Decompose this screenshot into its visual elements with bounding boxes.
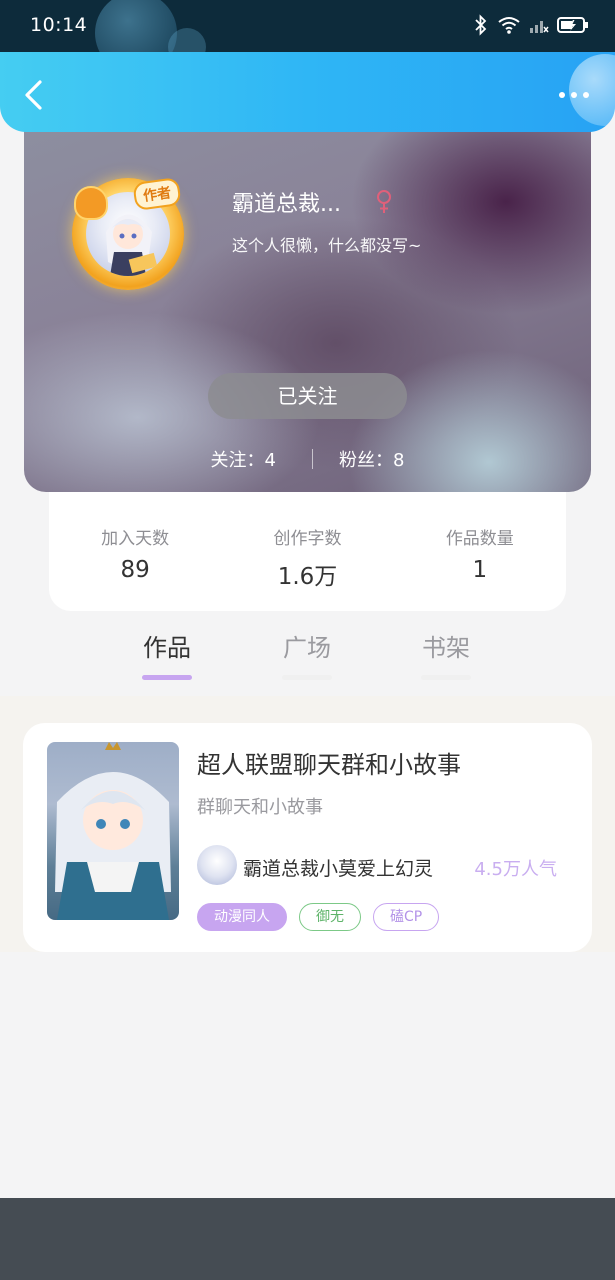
app-bar [0,52,615,132]
name-row: 霸道总裁... [232,186,393,218]
stat-label: 作品数量 [445,529,514,549]
stat-value: 1.6万 [277,564,338,590]
popularity-count: 4.5万人气 [474,859,557,880]
content-tabs: 作品 广场 书架 [0,628,615,688]
profile-header-card: 作者 霸道总裁... 这个人很懒，什么都没写~ 已关注 关注：4 粉丝：8 [24,120,591,492]
tab-square[interactable]: 广场 [247,628,367,680]
more-dot-icon [571,92,577,98]
status-icons [473,14,589,36]
works-list: 超人联盟聊天群和小故事 群聊天和小故事 霸道总裁小莫爱上幻灵 4.5万人气 动漫… [0,696,615,952]
tab-indicator [282,675,332,680]
tab-bookshelf[interactable]: 书架 [386,628,506,680]
more-dot-icon [559,92,565,98]
following-count[interactable]: 关注：4 [211,446,276,472]
stat-word-count: 创作字数 1.6万 [221,490,393,611]
more-dot-icon [583,92,589,98]
female-icon [376,190,391,213]
user-bio: 这个人很懒，什么都没写~ [232,236,422,255]
chevron-left-icon [25,80,42,110]
status-bar: 10:14 [0,0,615,74]
back-button[interactable] [18,78,52,112]
stat-join-days: 加入天数 89 [49,490,221,611]
tab-label: 书架 [422,634,470,662]
work-card[interactable]: 超人联盟聊天群和小故事 群聊天和小故事 霸道总裁小莫爱上幻灵 4.5万人气 动漫… [23,723,592,952]
more-options-button[interactable] [559,92,589,98]
work-title: 超人联盟聊天群和小故事 [197,751,461,779]
bottom-navigation-bar [0,1198,615,1280]
follow-stats: 关注：4 粉丝：8 [24,446,591,472]
tab-indicator [142,675,192,680]
tab-indicator [421,675,471,680]
tag-chip[interactable]: 磕CP [373,903,440,931]
follow-button[interactable]: 已关注 [208,373,407,419]
wifi-icon [498,17,520,34]
user-nickname: 霸道总裁... [232,192,341,217]
bluetooth-icon [475,14,487,36]
tag-chip[interactable]: 御无 [299,903,361,931]
avatar[interactable]: 作者 [64,170,192,298]
stat-works-count: 作品数量 1 [394,490,566,611]
author-name: 霸道总裁小莫爱上幻灵 [243,858,434,880]
tag-chip[interactable]: 动漫同人 [197,903,287,931]
status-time: 10:14 [30,14,88,36]
work-author-row: 霸道总裁小莫爱上幻灵 4.5万人气 [197,845,577,887]
work-subtitle: 群聊天和小故事 [197,797,323,818]
decorative-bubble [569,54,615,126]
author-avatar [197,845,237,885]
tab-label: 作品 [143,634,191,662]
work-tags: 动漫同人 御无 磕CP [197,903,440,931]
battery-icon [557,17,588,33]
signal-icon [530,21,549,33]
cover-illustration-icon [55,742,171,920]
stat-label: 创作字数 [273,529,342,549]
user-stats-card: 加入天数 89 创作字数 1.6万 作品数量 1 [49,490,566,611]
tab-works[interactable]: 作品 [107,628,227,680]
divider [312,449,313,469]
work-cover-image [47,742,179,920]
stat-label: 加入天数 [101,529,170,549]
tab-label: 广场 [283,634,331,662]
bell-badge-icon [74,186,108,220]
followers-count[interactable]: 粉丝：8 [339,446,404,472]
stat-value: 1 [472,557,488,583]
stat-value: 89 [120,557,150,583]
